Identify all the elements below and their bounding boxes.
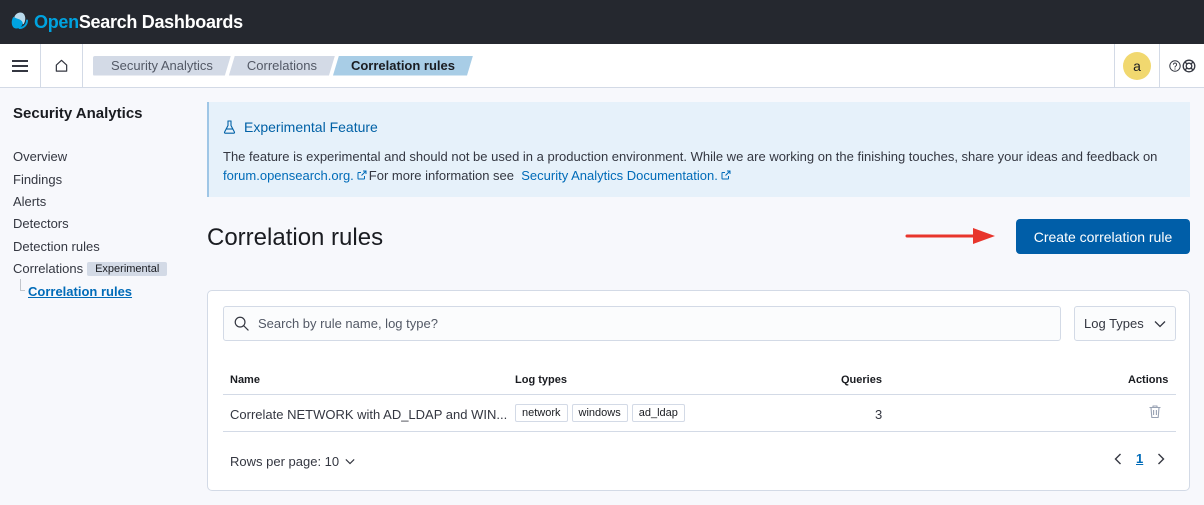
search-icon: [234, 316, 249, 331]
breadcrumb: Security Analytics Correlations Correlat…: [93, 56, 471, 76]
logo-text: OpenSearch Dashboards: [34, 12, 243, 33]
log-type-badge: ad_ldap: [631, 404, 685, 422]
page-title: Correlation rules: [207, 224, 384, 251]
breadcrumb-correlations[interactable]: Correlations: [229, 56, 335, 76]
experimental-badge: Experimental: [87, 262, 168, 276]
external-link-icon: [721, 170, 731, 180]
delete-icon[interactable]: [1148, 404, 1162, 419]
sidebar-item-correlations-label: Correlations: [13, 261, 84, 276]
lifebuoy-icon: [1182, 59, 1195, 73]
help-icon: [1168, 60, 1181, 72]
home-button[interactable]: [41, 43, 83, 88]
sidebar-item-correlations[interactable]: Correlations Experimental: [13, 261, 168, 276]
callout-text-2: For more information see: [368, 168, 515, 183]
breadcrumb-bar: Security Analytics Correlations Correlat…: [0, 43, 1204, 88]
callout-title: Experimental Feature: [223, 119, 378, 135]
create-correlation-rule-button[interactable]: Create correlation rule: [1016, 219, 1190, 254]
help-button[interactable]: [1160, 44, 1204, 88]
rows-per-page-selector[interactable]: Rows per page: 10: [230, 454, 355, 469]
sidebar-title: Security Analytics: [13, 105, 143, 122]
experimental-callout: Experimental Feature The feature is expe…: [207, 102, 1190, 197]
opensearch-logo[interactable]: OpenSearch Dashboards: [10, 12, 243, 33]
column-header-log-types[interactable]: Log types: [515, 374, 567, 386]
sidebar-item-overview[interactable]: Overview: [13, 149, 67, 164]
home-icon: [55, 59, 68, 72]
column-header-actions: Actions: [1128, 374, 1169, 386]
pagination: 1: [1114, 451, 1165, 466]
breadcrumb-security-analytics[interactable]: Security Analytics: [93, 56, 231, 76]
rule-name-cell[interactable]: Correlate NETWORK with AD_LDAP and WIN..…: [230, 407, 507, 422]
top-header: OpenSearch Dashboards: [0, 0, 1204, 44]
log-types-filter-label: Log Types: [1084, 316, 1144, 331]
hamburger-menu-icon: [12, 59, 28, 72]
tree-connector: [20, 279, 25, 291]
column-header-queries[interactable]: Queries: [841, 374, 882, 386]
search-field[interactable]: [223, 306, 1061, 341]
header-actions: a: [1114, 44, 1204, 88]
sidebar-item-detection-rules[interactable]: Detection rules: [13, 239, 100, 254]
chevron-down-icon: [345, 459, 355, 465]
correlation-rules-panel: Log Types Name Log types Queries Actions…: [207, 290, 1190, 491]
rows-per-page-label: Rows per page: 10: [230, 454, 340, 469]
log-type-badge: network: [515, 404, 568, 422]
queries-cell: 3: [875, 407, 883, 422]
sidebar-item-correlation-rules[interactable]: Correlation rules: [28, 284, 132, 299]
callout-body: The feature is experimental and should n…: [223, 147, 1183, 185]
table-row-divider: [223, 431, 1176, 432]
chevron-right-icon[interactable]: [1157, 453, 1165, 465]
page-number[interactable]: 1: [1136, 451, 1143, 466]
callout-text-1: The feature is experimental and should n…: [223, 149, 1158, 164]
logo-text-rest: Search Dashboards: [78, 11, 243, 32]
log-type-badge: windows: [571, 404, 628, 422]
sidebar-item-detectors[interactable]: Detectors: [13, 216, 69, 231]
opensearch-logo-icon: [11, 12, 28, 29]
external-link-icon: [357, 170, 367, 180]
breadcrumb-correlation-rules: Correlation rules: [333, 56, 473, 76]
sidebar: Security Analytics Overview Findings Ale…: [0, 89, 190, 505]
user-menu-button[interactable]: a: [1114, 44, 1160, 88]
column-header-name[interactable]: Name: [230, 374, 260, 386]
chevron-left-icon[interactable]: [1114, 453, 1122, 465]
logo-text-open: Open: [34, 11, 79, 32]
sidebar-item-alerts[interactable]: Alerts: [13, 194, 46, 209]
chevron-down-icon: [1154, 320, 1166, 327]
table-header-divider: [223, 394, 1176, 395]
search-input[interactable]: [258, 316, 1038, 331]
sidebar-item-findings[interactable]: Findings: [13, 172, 62, 187]
menu-button[interactable]: [0, 43, 41, 88]
beaker-icon: [223, 120, 236, 134]
callout-title-text: Experimental Feature: [244, 119, 378, 135]
log-types-cell: network windows ad_ldap: [515, 404, 689, 422]
avatar: a: [1123, 52, 1151, 80]
red-arrow-annotation: [905, 228, 995, 244]
documentation-link[interactable]: Security Analytics Documentation.: [521, 168, 718, 183]
log-types-filter[interactable]: Log Types: [1074, 306, 1176, 341]
forum-link[interactable]: forum.opensearch.org.: [223, 168, 354, 183]
